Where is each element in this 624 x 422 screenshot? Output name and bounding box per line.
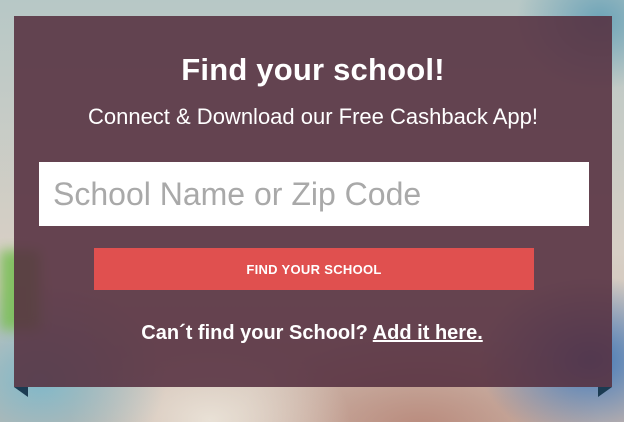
ribbon-fold-left: [14, 387, 28, 397]
add-school-link[interactable]: Add it here.: [373, 322, 483, 344]
find-your-school-button[interactable]: FIND YOUR SCHOOL: [94, 248, 534, 290]
school-search-input[interactable]: [39, 162, 589, 226]
add-school-prompt: Can´t find your School? Add it here.: [0, 322, 624, 345]
panel-subtitle: Connect & Download our Free Cashback App…: [87, 104, 539, 129]
add-school-prompt-text: Can´t find your School?: [141, 322, 368, 344]
panel-title: Find your school!: [181, 52, 445, 87]
ribbon-fold-right: [598, 387, 612, 397]
